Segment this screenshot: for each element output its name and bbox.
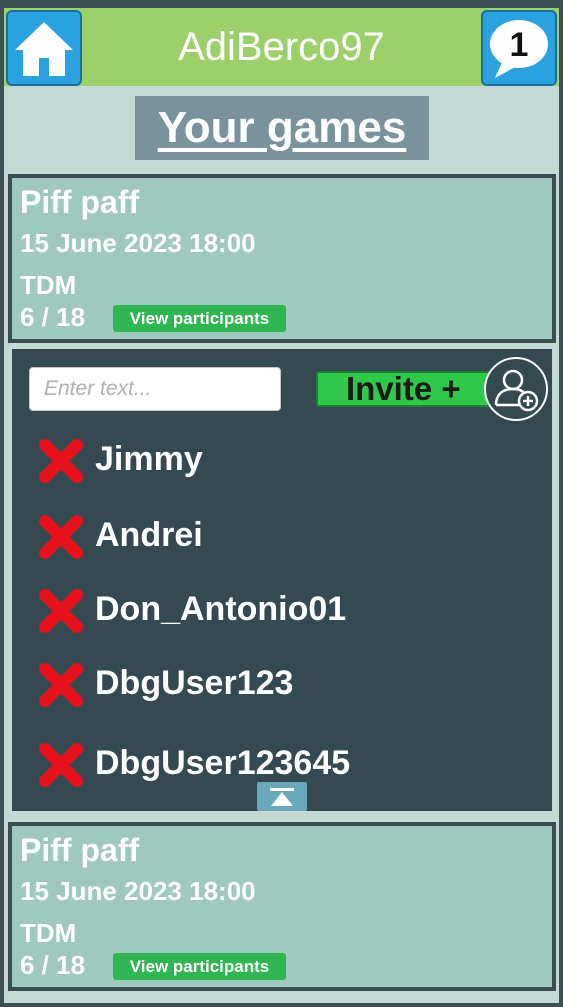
list-item: Jimmy xyxy=(36,436,516,486)
scroll-to-top-button[interactable] xyxy=(257,782,307,811)
red-x-icon[interactable] xyxy=(36,740,86,790)
red-x-icon[interactable] xyxy=(36,660,86,710)
invite-button[interactable]: Invite + xyxy=(316,370,496,407)
view-participants-button[interactable]: View participants xyxy=(113,305,286,332)
list-item: DbgUser123 xyxy=(36,660,516,710)
red-x-icon[interactable] xyxy=(36,586,86,636)
participant-name: Andrei xyxy=(95,516,203,554)
red-x-icon[interactable] xyxy=(36,436,86,486)
participant-count: 6 / 18 xyxy=(20,302,86,332)
game-card[interactable]: Piff paff 15 June 2023 18:00 TDM 6 / 18 … xyxy=(8,174,556,343)
participant-name: Jimmy xyxy=(95,440,203,478)
participant-name: Don_Antonio01 xyxy=(95,590,347,628)
messages-button[interactable]: 1 xyxy=(481,10,557,86)
game-mode: TDM xyxy=(20,918,77,948)
page-title: Your games xyxy=(157,103,407,152)
participant-name: DbgUser123 xyxy=(95,664,294,702)
game-name: Piff paff xyxy=(20,184,140,220)
participant-name: DbgUser123645 xyxy=(95,744,351,782)
game-date: 15 June 2023 18:00 xyxy=(20,228,256,258)
game-date: 15 June 2023 18:00 xyxy=(20,876,256,906)
add-user-button[interactable] xyxy=(484,357,548,421)
game-name: Piff paff xyxy=(20,832,140,868)
scroll-to-top-icon xyxy=(270,787,294,806)
home-icon xyxy=(15,22,73,76)
red-x-icon[interactable] xyxy=(36,512,86,562)
app-screen: AdiBerco97 1 Your games Piff paff 15 Jun… xyxy=(4,8,559,1003)
username-title: AdiBerco97 xyxy=(178,24,385,69)
add-user-icon xyxy=(494,369,539,412)
home-button[interactable] xyxy=(6,10,82,86)
list-item: Andrei xyxy=(36,512,516,562)
header-bar: AdiBerco97 1 xyxy=(4,8,559,86)
participant-count: 6 / 18 xyxy=(20,950,86,980)
page-title-box: Your games xyxy=(135,96,429,160)
view-participants-button[interactable]: View participants xyxy=(113,953,286,980)
invite-label: Invite + xyxy=(346,370,461,407)
message-count-badge: 1 xyxy=(509,26,529,64)
game-card[interactable]: Piff paff 15 June 2023 18:00 TDM 6 / 18 … xyxy=(8,822,556,991)
search-input[interactable] xyxy=(29,367,281,411)
invite-panel: Invite + Jimmy Andrei xyxy=(12,349,552,811)
game-mode: TDM xyxy=(20,270,77,300)
list-item: Don_Antonio01 xyxy=(36,586,516,636)
